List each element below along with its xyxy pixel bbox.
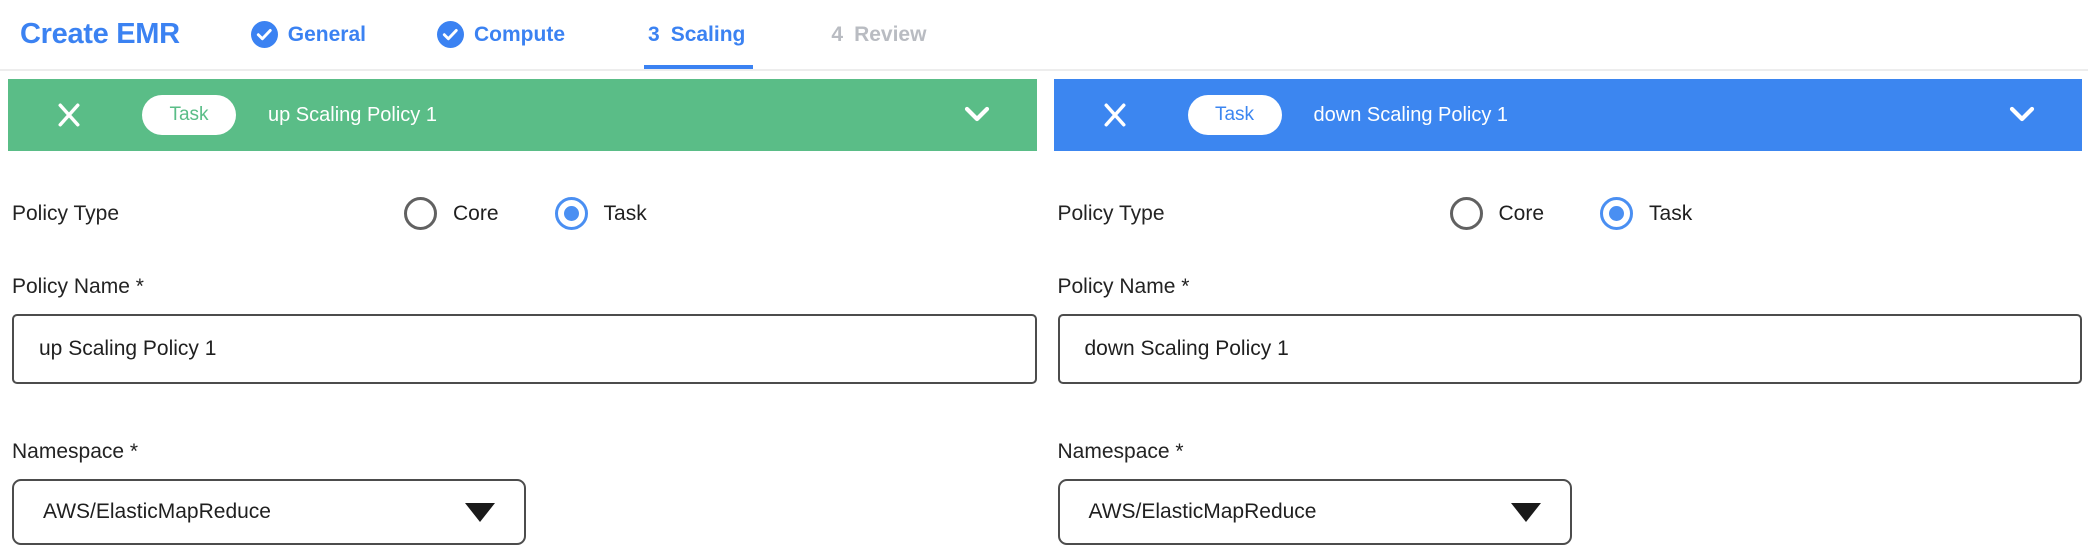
namespace-select[interactable]: AWS/ElasticMapReduce [1058,479,1572,545]
policy-type-row: Policy Type Core Task [1058,197,2083,230]
namespace-label: Namespace * [1058,440,2083,464]
radio-task[interactable]: Task [1600,197,1692,230]
policy-type-label: Policy Type [12,202,404,226]
policy-name-input[interactable] [12,314,1037,384]
namespace-label: Namespace * [12,440,1037,464]
check-icon [251,21,278,48]
step-scaling[interactable]: 3 Scaling [648,0,745,69]
step-label: Compute [474,23,565,47]
policy-name-input[interactable] [1058,314,2083,384]
radio-icon [1600,197,1633,230]
dropdown-arrow-icon [1511,503,1541,522]
wizard-header: Create EMR General Compute 3 Scaling 4 R… [0,0,2088,71]
radio-icon [404,197,437,230]
radio-core[interactable]: Core [1450,197,1545,230]
radio-task-label: Task [1649,202,1692,226]
chevron-down-icon[interactable] [2006,104,2038,126]
radio-core[interactable]: Core [404,197,499,230]
radio-core-label: Core [453,202,499,226]
namespace-value: AWS/ElasticMapReduce [43,500,271,524]
step-label: Review [854,23,926,47]
close-icon[interactable] [54,100,84,130]
step-label: General [288,23,366,47]
step-review[interactable]: 4 Review [831,0,926,69]
policy-form: Policy Type Core Task Policy Name * Name… [8,197,1037,545]
policy-title: down Scaling Policy 1 [1314,104,1509,127]
check-icon [437,21,464,48]
scaling-policies: Task up Scaling Policy 1 Policy Type Cor… [0,71,2088,545]
chevron-down-icon[interactable] [961,104,993,126]
policy-title: up Scaling Policy 1 [268,104,437,127]
step-general[interactable]: General [251,0,366,69]
page-title: Create EMR [20,18,180,51]
step-number: 4 [831,23,843,47]
policy-header-bar[interactable]: Task up Scaling Policy 1 [8,79,1037,151]
policy-name-label: Policy Name * [12,275,1037,299]
policy-type-label: Policy Type [1058,202,1450,226]
radio-task[interactable]: Task [555,197,647,230]
namespace-select[interactable]: AWS/ElasticMapReduce [12,479,526,545]
policy-type-badge: Task [142,95,236,135]
panel-scale-up: Task up Scaling Policy 1 Policy Type Cor… [8,79,1037,545]
panel-scale-down: Task down Scaling Policy 1 Policy Type C… [1054,79,2083,545]
policy-name-label: Policy Name * [1058,275,2083,299]
radio-task-label: Task [604,202,647,226]
policy-type-row: Policy Type Core Task [12,197,1037,230]
policy-form: Policy Type Core Task Policy Name * Name… [1054,197,2083,545]
radio-core-label: Core [1499,202,1545,226]
policy-header-bar[interactable]: Task down Scaling Policy 1 [1054,79,2083,151]
namespace-value: AWS/ElasticMapReduce [1089,500,1317,524]
step-number: 3 [648,23,660,47]
step-compute[interactable]: Compute [437,0,565,69]
dropdown-arrow-icon [465,503,495,522]
radio-icon [1450,197,1483,230]
radio-icon [555,197,588,230]
step-label: Scaling [671,23,746,47]
policy-type-badge: Task [1188,95,1282,135]
close-icon[interactable] [1100,100,1130,130]
